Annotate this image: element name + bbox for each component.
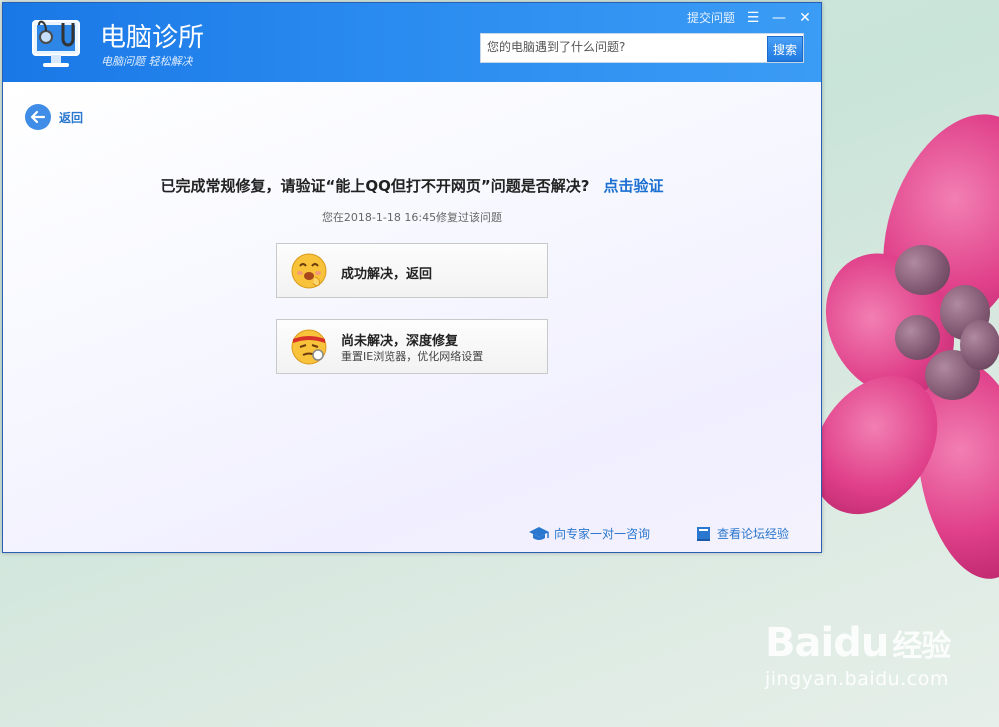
back-label: 返回 xyxy=(59,110,84,125)
minimize-icon[interactable]: — xyxy=(771,10,787,26)
option-title: 尚未解决，深度修复 xyxy=(341,334,459,349)
search-input[interactable] xyxy=(481,34,773,60)
app-title: 电脑诊所 xyxy=(100,23,205,53)
back-button[interactable]: 返回 xyxy=(25,104,83,130)
repair-headline: 已完成常规修复，请验证“能上QQ但打不开网页”问题是否解决? 点击验证 xyxy=(3,175,821,196)
desktop-flower-wallpaper xyxy=(820,60,999,620)
book-icon xyxy=(697,526,710,541)
back-arrow-icon xyxy=(25,104,51,130)
happy-face-icon xyxy=(291,253,327,289)
window-controls: 提交问题 ☰ — ✕ xyxy=(687,9,813,26)
title-bar: 电脑诊所 电脑问题 轻松解决 提交问题 ☰ — ✕ 搜索 xyxy=(3,3,821,82)
search-button[interactable]: 搜索 xyxy=(767,36,803,62)
search-box: 搜索 xyxy=(480,33,804,63)
pc-clinic-window: 电脑诊所 电脑问题 轻松解决 提交问题 ☰ — ✕ 搜索 返回 已完成常规修复，… xyxy=(2,2,822,553)
option-title: 成功解决，返回 xyxy=(341,267,433,282)
graduation-cap-icon xyxy=(529,526,549,540)
menu-icon[interactable]: ☰ xyxy=(745,10,761,26)
deep-repair-option-button[interactable]: 尚未解决，深度修复 重置IE浏览器，优化网络设置 xyxy=(276,319,548,374)
expert-consult-link[interactable]: 向专家一对一咨询 xyxy=(528,525,650,542)
headline-text: 已完成常规修复，请验证“能上QQ但打不开网页”问题是否解决? xyxy=(160,177,590,195)
determined-face-icon xyxy=(291,329,327,365)
solved-option-button[interactable]: 成功解决，返回 xyxy=(276,243,548,298)
app-slogan: 电脑问题 轻松解决 xyxy=(101,55,193,68)
verify-link[interactable]: 点击验证 xyxy=(603,177,663,195)
watermark-url: jingyan.baidu.com xyxy=(765,668,949,690)
option-subtitle: 重置IE浏览器，优化网络设置 xyxy=(341,350,484,363)
submit-question-link[interactable]: 提交问题 xyxy=(687,9,735,26)
baidu-jingyan-watermark: Baidu 经验 jingyan.baidu.com xyxy=(765,620,951,690)
watermark-logo: Baidu xyxy=(765,620,889,666)
main-content: 返回 已完成常规修复，请验证“能上QQ但打不开网页”问题是否解决? 点击验证 您在… xyxy=(3,82,821,552)
close-icon[interactable]: ✕ xyxy=(797,10,813,26)
expert-consult-label: 向专家一对一咨询 xyxy=(554,527,651,541)
repair-time-note: 您在2018-1-18 16:45修复过该问题 xyxy=(321,211,503,224)
forum-experience-link[interactable]: 查看论坛经验 xyxy=(695,525,789,542)
watermark-logo-cn: 经验 xyxy=(892,629,951,664)
forum-experience-label: 查看论坛经验 xyxy=(717,527,790,541)
monitor-stethoscope-icon xyxy=(32,20,80,67)
